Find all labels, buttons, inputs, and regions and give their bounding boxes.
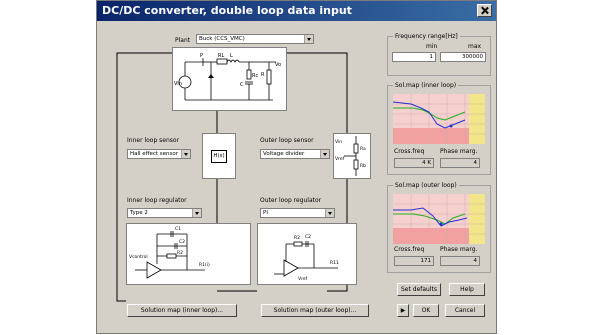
help-button[interactable]: Help [449,283,485,296]
inner-regulator-diagram: C1 C2 R2 R1(i) Vcontrol [129,226,210,279]
outer-sensor-panel: Vin Ra Rb Vref [333,133,371,179]
circuit-p-label: P [200,53,203,59]
outer-regulator-select[interactable]: PI [260,208,335,218]
inner-r1-label: R1(i) [199,262,210,268]
outer-phase-value: 4 [440,256,480,266]
outer-vref-label: Vref [298,276,308,282]
buck-circuit-diagram: Vin P RL Rc C R L Vo [174,53,281,101]
transfer-function-block: H(s) [211,150,227,163]
outer-cross-value: 171 [394,256,434,266]
freq-max-label: max [468,43,482,50]
outer-r2-label: R2 [294,235,300,241]
voltage-divider-diagram: Vin Ra Rb Vref [335,136,366,176]
divider-vref-label: Vref [335,156,345,162]
outer-regulator-label: Outer loop regulator [260,197,322,204]
frequency-range-title: Frequency range[Hz] [393,33,460,40]
inner-sensor-value: Hall effect sensor [130,151,179,157]
freq-min-input[interactable]: 1 [392,52,436,62]
inner-vcontrol-label: Vcontrol [129,254,148,260]
cancel-button[interactable]: Cancel [445,304,485,317]
outer-regulator-diagram: R2 C2 R11 Vref [274,234,339,282]
inner-regulator-panel: C1 C2 R2 R1(i) Vcontrol [126,223,251,285]
inner-sensor-select[interactable]: Hall effect sensor [127,149,191,159]
outer-sensor-label: Outer loop sensor [260,137,314,144]
freq-min-label: min [426,43,438,50]
outer-r1-label: R11 [330,260,339,266]
inner-solution-map[interactable] [393,94,485,144]
outer-sensor-value: Voltage divider [263,151,305,157]
inner-regulator-value: Type 2 [130,210,148,216]
inner-phase-label: Phase marg. [440,148,478,155]
outer-sensor-select[interactable]: Voltage divider [260,149,330,159]
divider-ra-label: Ra [360,146,366,152]
outer-map-group: Sol.map (outer loop) Cross.freq Phase ma… [387,182,491,273]
inner-sensor-label: Inner loop sensor [127,137,180,144]
inner-sensor-panel: H(s) [202,133,236,179]
circuit-c-label: C [240,82,244,88]
plant-circuit-panel: Vin P RL Rc C R L Vo [172,47,287,111]
dialog-window: DC/DC converter, double loop data input … [96,0,497,334]
chevron-down-icon [181,150,190,158]
circuit-rc-label: Rc [252,73,258,79]
divider-rb-label: Rb [360,163,366,169]
outer-phase-label: Phase marg. [440,246,478,253]
solution-map-inner-button[interactable]: Solution map (inner loop)... [127,304,237,317]
set-defaults-button[interactable]: Set defaults [397,283,441,296]
frequency-range-group: Frequency range[Hz] min max 1 300000 [387,33,491,76]
plant-label: Plant [175,37,191,44]
outer-regulator-panel: R2 C2 R11 Vref [257,223,357,285]
inner-map-title: Sol.map (inner loop) [393,82,459,89]
solution-map-outer-button[interactable]: Solution map (outer loop)... [261,304,369,317]
chevron-down-icon [304,35,313,43]
chevron-down-icon [325,209,334,217]
plant-select-value: Buck (CCS_VMC) [199,36,245,42]
chevron-down-icon [320,150,329,158]
outer-map-title: Sol.map (outer loop) [393,182,459,189]
inner-c1-label: C1 [175,226,181,232]
circuit-vin-label: Vin [174,81,182,87]
outer-c2-label: C2 [305,234,311,240]
circuit-rl-label: RL [218,53,224,59]
outer-regulator-value: PI [263,210,268,216]
ok-button[interactable]: OK [413,304,439,317]
chevron-down-icon [192,209,201,217]
inner-r2-label: R2 [177,250,183,256]
circuit-l-label: L [230,53,233,59]
freq-max-input[interactable]: 300000 [440,52,486,62]
outer-solution-map[interactable] [393,194,485,244]
inner-regulator-select[interactable]: Type 2 [127,208,202,218]
inner-cross-value: 4 K [394,158,434,168]
inner-regulator-label: Inner loop regulator [127,197,187,204]
inner-c2-label: C2 [179,239,185,245]
divider-vin-label: Vin [335,139,342,145]
inner-cross-label: Cross.freq [394,148,425,155]
inner-map-group: Sol.map (inner loop) Cross.freq Phase ma… [387,82,491,175]
outer-cross-label: Cross.freq [394,246,425,253]
plant-select[interactable]: Buck (CCS_VMC) [196,34,314,44]
play-button[interactable]: ▶ [397,304,409,317]
circuit-r-label: R [261,72,265,78]
inner-phase-value: 4 [440,158,480,168]
circuit-vo-label: Vo [275,62,281,68]
